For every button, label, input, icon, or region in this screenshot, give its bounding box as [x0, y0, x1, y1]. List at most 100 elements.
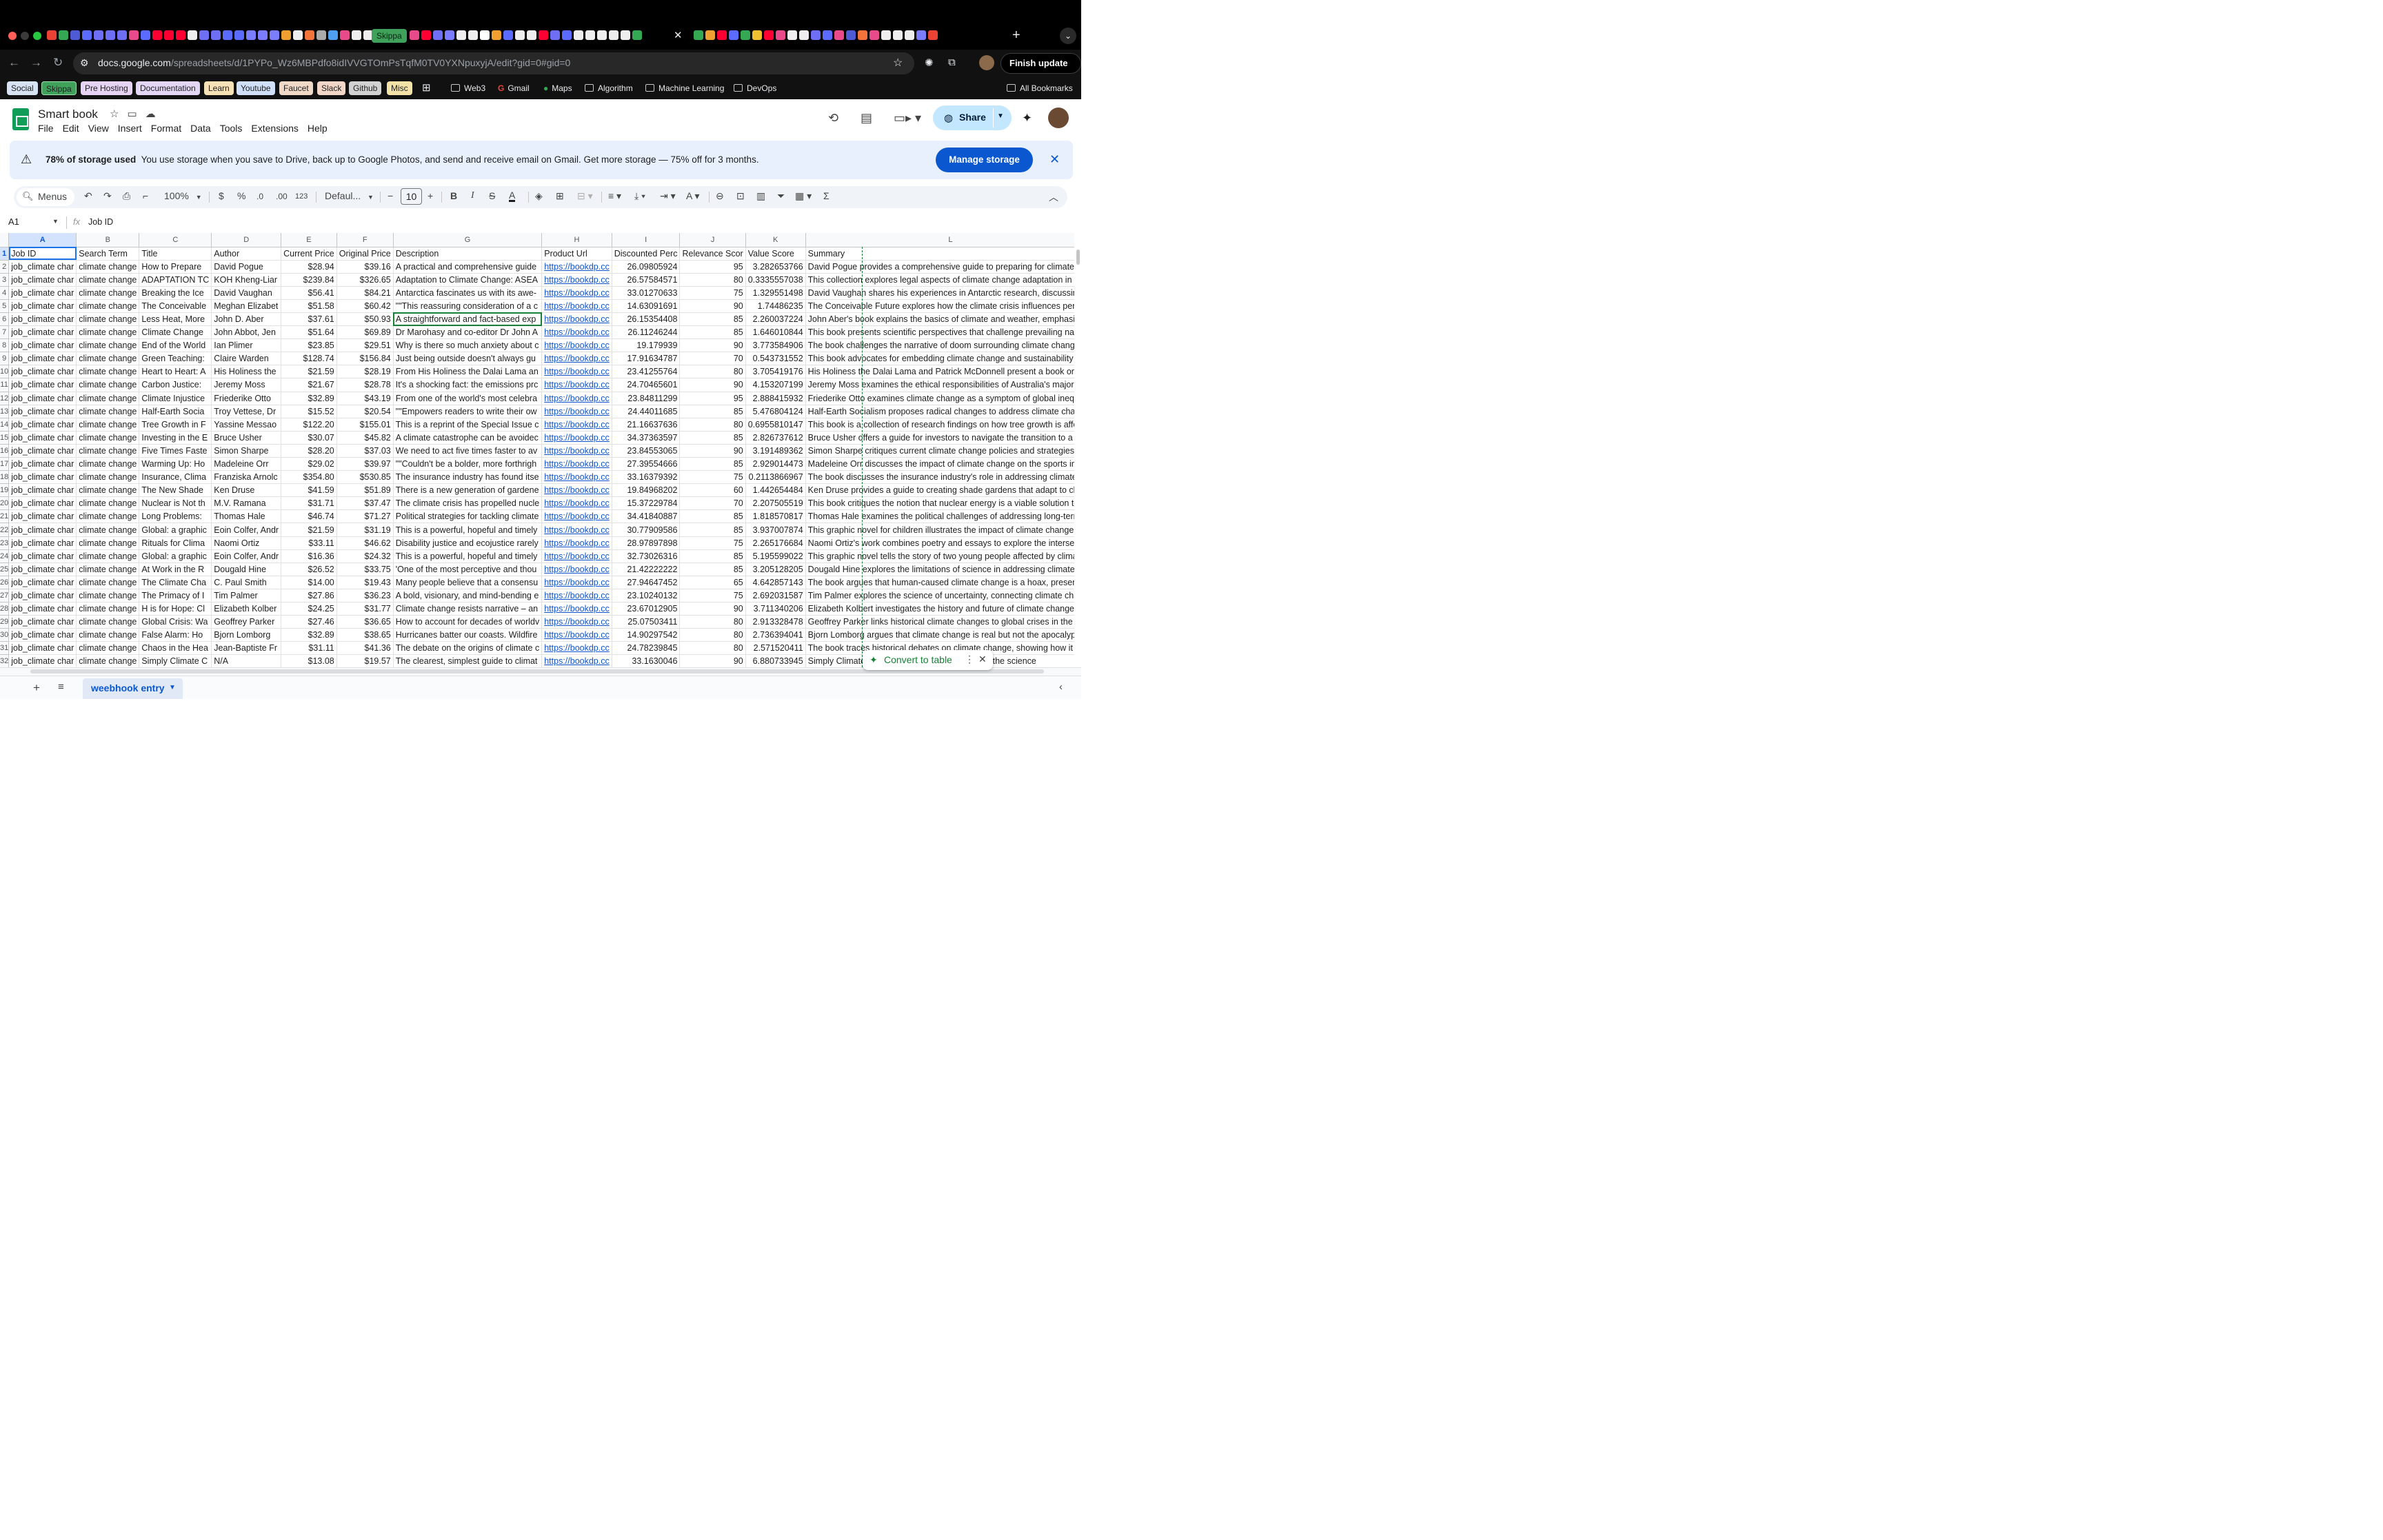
cell-i25[interactable]: 21.42222222	[612, 563, 681, 576]
row-header[interactable]: 4	[0, 286, 10, 300]
cell-l29[interactable]: Geoffrey Parker links historical climate…	[805, 615, 1074, 629]
cell-a13[interactable]: job_climate char	[8, 405, 77, 418]
cell-b13[interactable]: climate change	[76, 405, 140, 418]
menu-tools[interactable]: Tools	[220, 123, 248, 134]
cell-e24[interactable]: $16.36	[281, 549, 337, 563]
bookmark-maps[interactable]: ● Maps	[539, 81, 576, 95]
cell-i30[interactable]: 14.90297542	[612, 628, 681, 642]
cell-e18[interactable]: $354.80	[281, 470, 337, 485]
cell-k16[interactable]: 3.191489362	[745, 444, 806, 458]
cell-a17[interactable]: job_climate char	[8, 457, 77, 472]
cell-i9[interactable]: 17.91634787	[612, 352, 681, 366]
cell-i19[interactable]: 19.84968202	[612, 483, 681, 498]
cell-c19[interactable]: The New Shade	[139, 483, 212, 498]
bookmark-documentation[interactable]: Documentation	[136, 81, 200, 95]
more-options-icon[interactable]: ⋮	[965, 654, 974, 665]
cell-l24[interactable]: This graphic novel tells the story of tw…	[805, 549, 1074, 563]
row-header[interactable]: 2	[0, 260, 10, 274]
cell-k24[interactable]: 5.195599022	[745, 549, 806, 563]
cell-h22[interactable]: https://bookdp.cc	[541, 523, 612, 537]
insert-comment-icon[interactable]: ⊡	[736, 190, 745, 202]
row-header[interactable]: 28	[0, 602, 10, 616]
meet-camera-icon[interactable]: ▭▸ ▾	[894, 111, 921, 125]
percent-format-button[interactable]: %	[237, 190, 245, 201]
cell-b30[interactable]: climate change	[76, 628, 140, 642]
cell-g10[interactable]: From His Holiness the Dalai Lama an	[393, 365, 543, 379]
cell-g23[interactable]: Disability justice and ecojustice rarely	[393, 536, 543, 550]
cell-e25[interactable]: $26.52	[281, 563, 337, 576]
cell-j23[interactable]: 75	[679, 536, 746, 550]
cell-e12[interactable]: $32.89	[281, 392, 337, 405]
cell-i22[interactable]: 30.77909586	[612, 523, 681, 537]
menu-help[interactable]: Help	[308, 123, 333, 134]
cell-l8[interactable]: The book challenges the narrative of doo…	[805, 338, 1074, 353]
filter-icon[interactable]: ⏷	[777, 190, 785, 202]
vertical-align-icon[interactable]: ⤓ ▾	[634, 190, 645, 202]
cell-f23[interactable]: $46.62	[336, 536, 394, 550]
cell-g16[interactable]: We need to act five times faster to av	[393, 444, 543, 458]
cell-h29[interactable]: https://bookdp.cc	[541, 615, 612, 629]
cell-k6[interactable]: 2.260037224	[745, 312, 806, 327]
cell-f32[interactable]: $19.57	[336, 654, 394, 667]
cell-table[interactable]: ABCDEFGHIJKLMNO 1Job IDSearch TermTitleA…	[0, 233, 1074, 667]
cell-f14[interactable]: $155.01	[336, 418, 394, 432]
comments-icon[interactable]: ▤	[861, 111, 872, 125]
cell-a10[interactable]: job_climate char	[8, 365, 77, 379]
row-header[interactable]: 8	[0, 338, 10, 353]
cell-f9[interactable]: $156.84	[336, 352, 394, 366]
extensions-puzzle-icon[interactable]: ⧉	[948, 57, 956, 68]
column-header-c[interactable]: C	[139, 233, 212, 247]
row-header[interactable]: 21	[0, 509, 10, 524]
cell-i29[interactable]: 25.07503411	[612, 615, 681, 629]
cell-b23[interactable]: climate change	[76, 536, 140, 550]
cell-c32[interactable]: Simply Climate C	[139, 654, 212, 667]
cell-b16[interactable]: climate change	[76, 444, 140, 458]
cell-d30[interactable]: Bjorn Lomborg	[211, 628, 282, 642]
cell-i28[interactable]: 23.67012905	[612, 602, 681, 616]
cell-a18[interactable]: job_climate char	[8, 470, 77, 485]
cell-d11[interactable]: Jeremy Moss	[211, 378, 282, 392]
decrease-font-size-icon[interactable]: −	[388, 190, 393, 201]
all-sheets-menu-icon[interactable]: ≡	[58, 681, 64, 693]
cell-k22[interactable]: 3.937007874	[745, 523, 806, 537]
cell-d27[interactable]: Tim Palmer	[211, 589, 282, 603]
cell-i3[interactable]: 26.57584571	[612, 273, 681, 287]
bookmark-web3[interactable]: Web3	[447, 81, 490, 95]
cell-l21[interactable]: Thomas Hale examines the political chall…	[805, 509, 1074, 524]
cell-j12[interactable]: 95	[679, 392, 746, 405]
cell-l9[interactable]: This book advocates for embedding climat…	[805, 352, 1074, 366]
cell-j14[interactable]: 80	[679, 418, 746, 432]
functions-sigma-icon[interactable]: Σ	[823, 190, 829, 201]
cell-f1[interactable]: Original Price	[336, 247, 394, 261]
cell-b8[interactable]: climate change	[76, 338, 140, 353]
sheet-tab-caret-icon[interactable]: ▼	[169, 684, 176, 691]
select-all-corner[interactable]	[0, 233, 10, 247]
more-tab-icons[interactable]	[410, 30, 642, 40]
cell-a29[interactable]: job_climate char	[8, 615, 77, 629]
bookmark-pre-hosting[interactable]: Pre Hosting	[81, 81, 132, 95]
cell-i13[interactable]: 24.44011685	[612, 405, 681, 418]
row-header[interactable]: 11	[0, 378, 10, 392]
cell-e15[interactable]: $30.07	[281, 431, 337, 445]
cell-e20[interactable]: $31.71	[281, 496, 337, 511]
cell-e14[interactable]: $122.20	[281, 418, 337, 432]
cell-b17[interactable]: climate change	[76, 457, 140, 472]
share-dropdown-chevron-icon[interactable]: ▼	[997, 112, 1004, 120]
cell-j11[interactable]: 90	[679, 378, 746, 392]
cell-h8[interactable]: https://bookdp.cc	[541, 338, 612, 353]
close-icon[interactable]: ✕	[1049, 152, 1060, 167]
formula-input[interactable]: Job ID	[88, 217, 113, 227]
cell-j9[interactable]: 70	[679, 352, 746, 366]
cell-f7[interactable]: $69.89	[336, 325, 394, 340]
cell-i5[interactable]: 14.63091691	[612, 299, 681, 313]
cell-l2[interactable]: David Pogue provides a comprehensive gui…	[805, 260, 1074, 274]
cell-c31[interactable]: Chaos in the Hea	[139, 641, 212, 656]
menu-insert[interactable]: Insert	[118, 123, 148, 134]
cell-d2[interactable]: David Pogue	[211, 260, 282, 274]
cell-c5[interactable]: The Conceivable	[139, 299, 212, 313]
cell-e5[interactable]: $51.58	[281, 299, 337, 313]
bookmark-gmail[interactable]: G Gmail	[494, 81, 534, 95]
cell-b1[interactable]: Search Term	[76, 247, 140, 261]
gemini-sparkle-icon[interactable]: ✦	[1022, 111, 1032, 125]
cell-b5[interactable]: climate change	[76, 299, 140, 313]
